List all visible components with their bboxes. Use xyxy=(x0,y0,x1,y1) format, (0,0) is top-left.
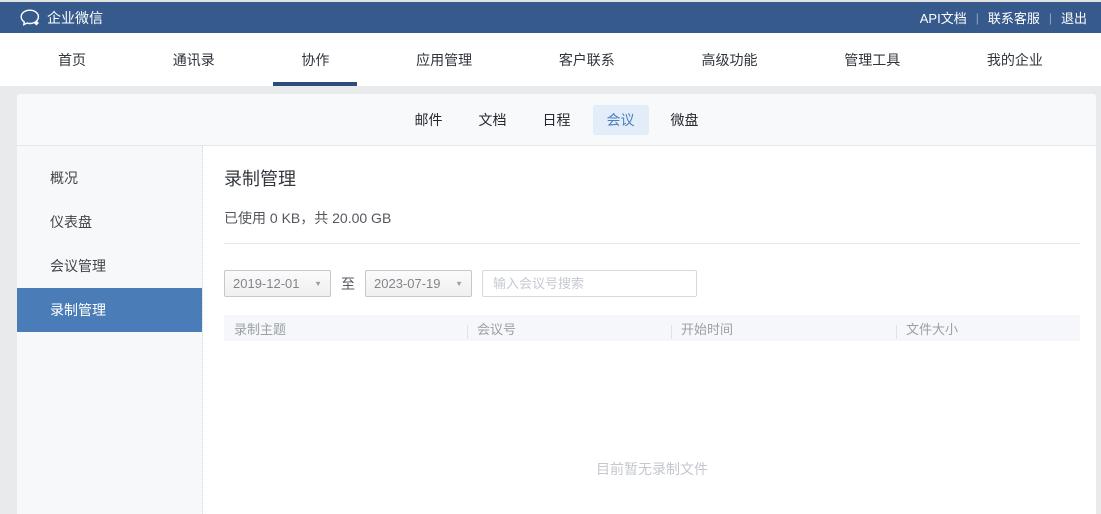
collaboration-subnav: 邮件 文档 日程 会议 微盘 xyxy=(17,94,1096,146)
empty-state: 目前暂无录制文件 xyxy=(596,461,708,477)
end-date-value: 2023-07-19 xyxy=(374,276,441,291)
nav-item-app-management[interactable]: 应用管理 xyxy=(416,33,472,86)
dropdown-arrow-icon: ▼ xyxy=(314,279,322,288)
link-contact-support[interactable]: 联系客服 xyxy=(984,8,1044,27)
topbar: 企业微信 API文档 | 联系客服 | 退出 xyxy=(0,2,1101,33)
tab-drive[interactable]: 微盘 xyxy=(657,105,713,135)
table-header: 录制主题 会议号 开始时间 文件大小 xyxy=(224,315,1080,341)
content-card: 邮件 文档 日程 会议 微盘 概况 仪表盘 会议管理 录制管理 录制管理 已使用… xyxy=(17,94,1096,514)
tab-mail[interactable]: 邮件 xyxy=(401,105,457,135)
end-date-select[interactable]: 2023-07-19 ▼ xyxy=(365,270,472,297)
sidebar: 概况 仪表盘 会议管理 录制管理 xyxy=(17,146,203,514)
start-date-value: 2019-12-01 xyxy=(233,276,300,291)
brand-name: 企业微信 xyxy=(47,9,103,26)
page-title: 录制管理 xyxy=(224,169,296,189)
table-header-cell-topic: 录制主题 xyxy=(234,321,287,337)
divider: | xyxy=(1048,10,1052,25)
main-navbar: 首页 通讯录 协作 应用管理 客户联系 高级功能 管理工具 我的企业 xyxy=(0,33,1101,86)
sidebar-item-dashboard[interactable]: 仪表盘 xyxy=(17,200,202,244)
filter-bar: 2019-12-01 ▼ 至 2023-07-19 ▼ xyxy=(224,270,1080,297)
sidebar-item-recording-management[interactable]: 录制管理 xyxy=(17,288,202,332)
tab-meeting[interactable]: 会议 xyxy=(592,104,649,135)
sidebar-item-meeting-management[interactable]: 会议管理 xyxy=(17,244,202,288)
meeting-search-input[interactable] xyxy=(482,270,697,297)
nav-item-my-enterprise[interactable]: 我的企业 xyxy=(987,33,1043,86)
link-logout[interactable]: 退出 xyxy=(1057,8,1091,27)
storage-usage: 已使用 0 KB，共 20.00 GB xyxy=(224,210,392,226)
card-body: 概况 仪表盘 会议管理 录制管理 录制管理 已使用 0 KB，共 20.00 G… xyxy=(17,146,1096,514)
table-header-cell-start-time: 开始时间 xyxy=(671,319,896,339)
dropdown-arrow-icon: ▼ xyxy=(455,279,463,288)
brand: 企业微信 xyxy=(20,8,103,28)
range-separator: 至 xyxy=(341,275,355,292)
nav-item-home[interactable]: 首页 xyxy=(58,33,86,86)
sidebar-item-overview[interactable]: 概况 xyxy=(17,156,202,200)
tab-schedule[interactable]: 日程 xyxy=(529,105,585,135)
table-header-cell-meeting-id: 会议号 xyxy=(467,319,671,339)
nav-item-contacts[interactable]: 通讯录 xyxy=(173,33,215,86)
section-divider xyxy=(224,243,1080,244)
tab-docs[interactable]: 文档 xyxy=(465,105,521,135)
main-content: 录制管理 已使用 0 KB，共 20.00 GB 2019-12-01 ▼ 至 … xyxy=(203,146,1096,514)
nav-item-admin-tools[interactable]: 管理工具 xyxy=(844,33,900,86)
nav-item-customer-relations[interactable]: 客户联系 xyxy=(559,33,615,86)
divider: | xyxy=(975,10,979,25)
chat-bubble-icon xyxy=(20,8,41,27)
start-date-select[interactable]: 2019-12-01 ▼ xyxy=(224,270,331,297)
topbar-links: API文档 | 联系客服 | 退出 xyxy=(916,8,1091,27)
nav-item-advanced-features[interactable]: 高级功能 xyxy=(702,33,758,86)
nav-item-collaboration[interactable]: 协作 xyxy=(301,33,329,86)
link-api-docs[interactable]: API文档 xyxy=(916,8,971,27)
table-header-cell-file-size: 文件大小 xyxy=(896,319,1080,339)
